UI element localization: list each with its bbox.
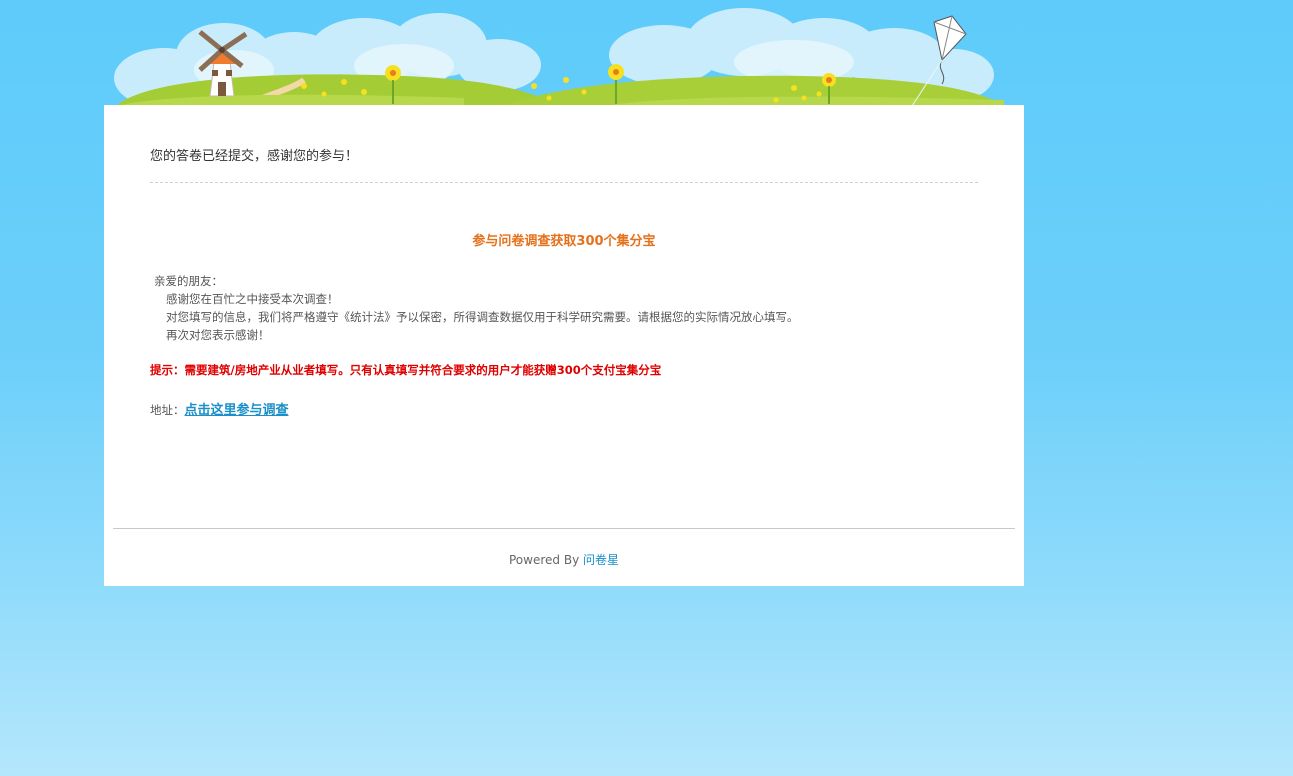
header-banner [104, 0, 1024, 109]
letter-greeting: 亲爱的朋友： [154, 274, 223, 288]
banner-illustration [114, 8, 1004, 109]
address-row: 地址：点击这里参与调查 [150, 399, 289, 418]
brand-link[interactable]: 问卷星 [583, 553, 619, 567]
powered-by-text: Powered By [509, 553, 583, 567]
survey-link[interactable]: 点击这里参与调查 [185, 403, 289, 418]
dashed-divider [150, 182, 978, 183]
survey-title: 参与问卷调查获取300个集分宝 [472, 234, 656, 249]
hill-icon [116, 74, 1004, 109]
notice-text: 提示：需要建筑/房地产业从业者填写。只有认真填写并符合要求的用户才能获赠300个… [150, 363, 662, 377]
letter-line: 对您填写的信息，我们将严格遵守《统计法》予以保密，所得调查数据仅用于科学研究需要… [166, 310, 799, 324]
result-card: 您的答卷已经提交，感谢您的参与！ 参与问卷调查获取300个集分宝 亲爱的朋友： … [104, 105, 1024, 586]
letter-line: 再次对您表示感谢！ [166, 328, 270, 342]
letter-line: 感谢您在百忙之中接受本次调查！ [166, 292, 339, 306]
submitted-message: 您的答卷已经提交，感谢您的参与！ [150, 149, 359, 164]
footer-divider [113, 528, 1015, 529]
footer: Powered By 问卷星 [104, 551, 1024, 568]
address-label: 地址： [150, 403, 185, 417]
